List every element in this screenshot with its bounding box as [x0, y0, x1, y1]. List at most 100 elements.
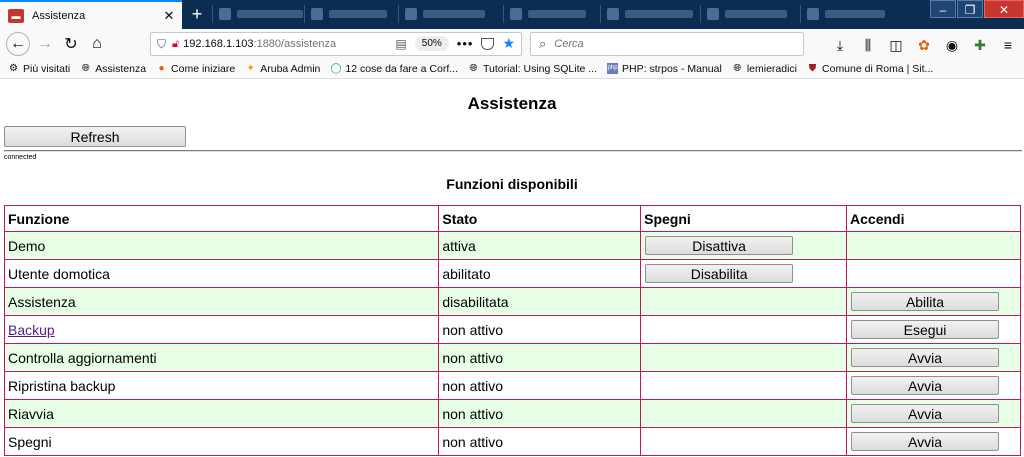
table-row: Riavvia non attivo Avvia	[3, 399, 1021, 428]
functions-table: Funzione Stato Spegni Accendi Demo attiv…	[3, 205, 1021, 456]
background-tab[interactable]	[398, 5, 485, 23]
avvia-button[interactable]: Avvia	[851, 404, 1000, 423]
background-tab[interactable]	[800, 5, 885, 23]
stato-cell: disabilitata	[438, 287, 642, 316]
avvia-button[interactable]: Avvia	[851, 348, 1000, 367]
stato-cell: non attivo	[438, 343, 642, 372]
insecure-lock-icon[interactable]: 🔓︎	[172, 38, 179, 51]
page-title: Assistenza	[467, 94, 557, 113]
section-title: Funzioni disponibili	[446, 176, 578, 192]
accendi-cell: Esegui	[846, 315, 1021, 344]
minimize-icon[interactable]: –	[930, 0, 956, 18]
url-bar[interactable]: ⛉ 🔓︎ 192.168.1.103:1880/assistenza ▤ 50%…	[150, 32, 522, 56]
menu-icon[interactable]: ≡	[996, 32, 1020, 58]
bookmark-label: 12 cose da fare a Corf...	[345, 62, 459, 75]
spegni-cell	[640, 399, 848, 428]
circle-icon: ◯	[330, 63, 342, 74]
accendi-cell	[846, 231, 1021, 260]
firefox-icon: ●	[158, 63, 165, 74]
accendi-cell: Avvia	[846, 343, 1021, 372]
background-tab[interactable]	[212, 5, 303, 23]
star-icon: ✦	[246, 63, 255, 74]
account-icon[interactable]: ◉	[940, 32, 964, 58]
avvia-button[interactable]: Avvia	[851, 432, 1000, 451]
close-tab-icon[interactable]: ✕	[162, 8, 176, 24]
bookmark-item[interactable]: 🌐︎ lemieradici	[732, 63, 797, 75]
stato-cell: non attivo	[438, 427, 642, 456]
disattiva-button[interactable]: Disattiva	[645, 236, 794, 255]
new-tab-icon[interactable]: +	[186, 3, 208, 25]
table-row: Assistenza disabilitata Abilita	[3, 287, 1021, 316]
search-bar[interactable]: ⌕ Cerca	[530, 32, 804, 56]
spegni-cell	[640, 343, 848, 372]
funzione-cell: Controlla aggiornamenti	[3, 343, 440, 372]
bookmark-item[interactable]: php PHP: strpos - Manual	[607, 63, 722, 75]
backup-link[interactable]: Backup	[8, 322, 55, 338]
php-icon: php	[607, 63, 619, 74]
background-tab[interactable]	[600, 5, 693, 23]
connection-status: connected	[4, 154, 37, 161]
reader-view-icon[interactable]: ▤	[395, 37, 406, 51]
bookmark-label: lemieradici	[746, 62, 798, 75]
bookmark-item[interactable]: ⚙ Più visitati	[8, 63, 70, 75]
window-controls: – ❐ ✕	[929, 0, 1024, 20]
extension-icon[interactable]: ✿	[912, 32, 936, 58]
bookmark-label: Comune di Roma | Sit...	[822, 62, 934, 75]
reload-icon[interactable]: ↻	[58, 31, 84, 57]
page-content: Assistenza Refresh connected Funzioni di…	[0, 80, 1024, 457]
funzione-cell: Utente domotica	[3, 259, 440, 288]
accendi-cell: Avvia	[846, 371, 1021, 400]
url-path: :1880/assistenza	[253, 38, 337, 50]
forward-arrow-icon[interactable]: →	[32, 31, 58, 57]
table-header-row: Funzione Stato Spegni Accendi	[3, 205, 1021, 232]
page-actions-icon[interactable]: •••	[457, 36, 474, 51]
funzione-cell: Backup	[3, 315, 440, 344]
home-icon[interactable]: ⌂	[84, 31, 110, 57]
abilita-button[interactable]: Abilita	[851, 292, 1000, 311]
tab-favicon-icon	[807, 8, 819, 20]
sidebar-icon[interactable]: ◫	[884, 32, 908, 58]
tab-favicon-icon	[707, 8, 719, 20]
bookmark-star-icon[interactable]: ★	[502, 35, 515, 52]
bookmark-label: Più visitati	[23, 62, 71, 75]
refresh-button[interactable]: Refresh	[4, 126, 186, 147]
bookmark-item[interactable]: 🌐︎ Assistenza	[80, 63, 146, 75]
restore-icon[interactable]: ❐	[957, 0, 983, 18]
bookmark-item[interactable]: ◯ 12 cose da fare a Corf...	[330, 63, 458, 75]
bookmark-item[interactable]: ⛊ Comune di Roma | Sit...	[807, 62, 934, 75]
library-icon[interactable]: ⫼	[856, 32, 880, 58]
pocket-icon[interactable]	[481, 37, 495, 50]
addons-icon[interactable]: ✚	[968, 32, 992, 58]
download-icon[interactable]: ⤓	[828, 32, 852, 58]
header-funzione: Funzione	[3, 205, 440, 232]
node-red-icon: ▬	[8, 8, 24, 23]
disabilita-button[interactable]: Disabilita	[645, 264, 794, 283]
globe-icon: 🌐︎	[733, 63, 742, 74]
bookmark-label: Tutorial: Using SQLite ...	[483, 62, 598, 75]
background-tab[interactable]	[304, 5, 387, 23]
accendi-cell: Abilita	[846, 287, 1021, 316]
tab-title: Assistenza	[32, 9, 86, 22]
funzione-cell: Ripristina backup	[3, 371, 440, 400]
bookmark-item[interactable]: 🌐︎ Tutorial: Using SQLite ...	[468, 62, 598, 75]
header-accendi: Accendi	[846, 205, 1021, 232]
back-arrow-icon[interactable]: ←	[6, 32, 30, 56]
avvia-button[interactable]: Avvia	[851, 376, 1000, 395]
background-tab[interactable]	[503, 5, 586, 23]
bookmark-label: PHP: strpos - Manual	[622, 62, 722, 75]
tracking-shield-icon[interactable]: ⛉	[157, 37, 166, 52]
esegui-button[interactable]: Esegui	[851, 320, 1000, 339]
bookmark-label: Assistenza	[95, 62, 147, 75]
tab-assistenza[interactable]: ▬ Assistenza ✕	[0, 0, 182, 29]
spegni-cell	[640, 371, 848, 400]
background-tab[interactable]	[700, 5, 787, 23]
zoom-level-badge[interactable]: 50%	[414, 36, 449, 51]
bookmark-item[interactable]: ● Come iniziare	[156, 62, 236, 75]
table-row: Backup non attivo Esegui	[3, 315, 1021, 344]
bookmark-item[interactable]: ✦ Aruba Admin	[245, 63, 321, 75]
bookmark-label: Come iniziare	[171, 62, 236, 75]
close-window-icon[interactable]: ✕	[984, 0, 1024, 18]
header-stato: Stato	[438, 205, 642, 232]
tab-favicon-icon	[405, 8, 417, 20]
stato-cell: non attivo	[438, 371, 642, 400]
